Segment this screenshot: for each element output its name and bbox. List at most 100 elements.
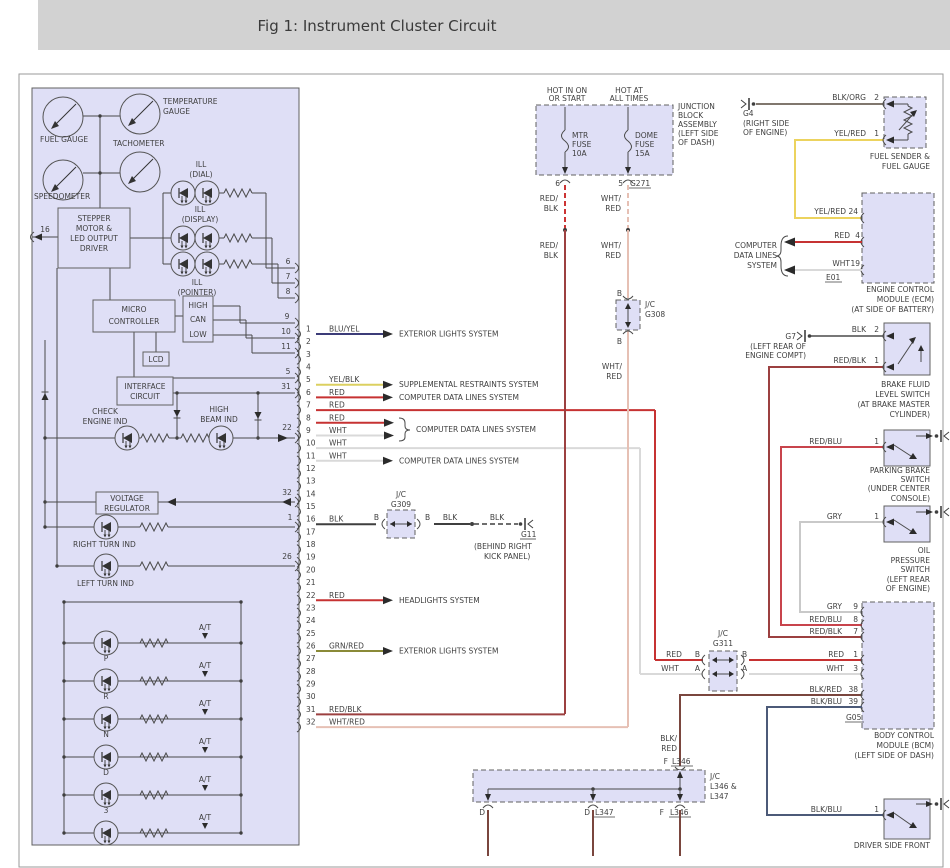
junction-block-label5: OF DASH) [678,138,715,147]
connector-pin-number: 32 [306,718,316,727]
connector-pin-number: 10 [306,439,316,448]
stepper-label: STEPPER [77,214,110,223]
ecm-pin-4: 4 [855,231,860,240]
g309-ground-chain: B J/C G309 B BLK BLK G11 (BEHIND RIGHT K… [374,490,537,561]
parking-label4: CONSOLE) [891,494,930,503]
l346-pin-d2: D [584,808,590,817]
at-label: A/T [199,737,212,746]
wire-color-label: BLK [443,513,458,522]
driver-pin-1: 1 [874,805,879,814]
connector-pin-number: 16 [306,515,316,524]
ground-ref-g11: G11 [521,530,537,539]
instrument-cluster-box [32,88,299,845]
cluster-connector-column: 1BLU/YELEXTERIOR LIGHTS SYSTEM2345YEL/BL… [297,325,655,733]
wire-color-label: WHT [661,664,679,673]
wire-color-label: WHT [826,664,844,673]
wire-color-label: YEL/RED [833,129,866,138]
dome-fuse-rating: 15A [635,149,651,158]
at-position-label: 3 [104,806,109,815]
driver-door-box [884,799,930,839]
g11-location2: KICK PANEL) [484,552,530,561]
check-engine-label2: ENGINE IND [83,417,128,426]
l346-pin-f-bot: F [660,808,664,817]
junction-dot [62,831,65,834]
jb-pin-6: 6 [555,179,560,188]
junction-dot [62,793,65,796]
connector-pin-number: 22 [306,591,316,600]
check-engine-label: CHECK [92,407,119,416]
oil-label4: (LEFT REAR [887,575,930,584]
wire-color-label: BLK [490,513,505,522]
wire-color-label: RED/ [540,194,559,203]
ill-dial-label: ILL [196,160,207,169]
oil-label: OIL [918,546,931,555]
voltage-regulator-label2: REGULATOR [104,504,150,513]
can-high-label: HIGH [188,301,207,310]
arrow-icon [383,647,393,655]
connector-pin-number: 21 [306,578,316,587]
connector-pin-number: 23 [306,603,316,612]
fuel-gauge-icon [43,97,83,137]
connector-pin-number: 17 [306,527,316,536]
arrow-icon [384,431,394,439]
cdl-label2: DATA LINES [734,251,777,260]
wire-color-label: WHT [329,451,347,460]
wire-color-label: RED [666,650,682,659]
wire-color-label: WHT [832,259,850,268]
can-label: CAN [190,315,206,324]
system-destination-label: SUPPLEMENTAL RESTRAINTS SYSTEM [399,380,539,389]
ecm-label: ENGINE CONTROL [866,285,935,294]
ill-display-led-icon [171,226,195,250]
connector-pin-number: 2 [306,337,311,346]
connector-pin-number: 27 [306,654,316,663]
fuel-sender-pin-1: 1 [874,129,879,138]
connector-ref-g271: G271 [630,179,650,188]
wiring-diagram: Fig 1: Instrument Cluster Circuit [0,0,950,868]
ecm-pin-24: 24 [848,207,858,216]
right-turn-led-icon [94,515,118,539]
dome-fuse-label2: FUSE [635,140,655,149]
ill-dial-label2: (DIAL) [189,170,212,179]
high-beam-label: HIGH [209,405,228,414]
edge-pin-32: 32 [282,488,292,497]
oil-pin-1: 1 [874,512,879,521]
l346-name2: L346 & [710,782,737,791]
wire-color-label: BLU/YEL [329,325,360,334]
bcm-label2: MODULE (BCM) [876,741,934,750]
wire-color-label: GRY [827,602,843,611]
wire-color-label: WHT [329,426,347,435]
driver-door-label: DRIVER SIDE FRONT [854,841,931,850]
fuel-gauge-label: FUEL GAUGE [40,135,88,144]
connector-pin-number: 4 [306,363,311,372]
ground-ref-g4: G4 [743,109,754,118]
junction-dot [62,679,65,682]
connector-pin-number: 25 [306,629,316,638]
ground-ref-e01: E01 [826,273,841,282]
ill-dial-led-icon [171,181,195,205]
brake-fluid-label2: LEVEL SWITCH [875,390,930,399]
l346-section: BLK/ RED F L346 J/C L346 & L347 D D L347… [473,695,862,856]
left-turn-label: LEFT TURN IND [77,579,134,588]
wire-color-label: RED [606,372,622,381]
g309-name2: G309 [391,500,411,509]
bcm-pin-3: 3 [853,664,858,673]
parking-label: PARKING BRAKE [870,466,930,475]
stepper-label4: DRIVER [80,244,108,253]
at-indicator-led-icon [94,745,118,769]
junction-dot [239,793,242,796]
high-beam-led-icon [209,426,233,450]
bcm-pin-9: 9 [853,602,858,611]
driver-door-section: BLK/BLU 1 DRIVER SIDE FRONT [811,798,949,850]
ill-pointer-led-icon [171,252,195,276]
wire-color-label: BLK/BLU [811,805,842,814]
tachometer-icon [120,152,160,192]
mtr-fuse-rating: 10A [572,149,588,158]
wire-color-label: WHT/ [601,241,622,250]
high-beam-label2: BEAM IND [200,415,238,424]
arrow-icon [383,457,393,465]
parking-label3: (UNDER CENTER [868,484,930,493]
jb-pin-5: 5 [618,179,623,188]
connector-pin-number: 13 [306,477,316,486]
connector-pin-number: 24 [306,616,316,625]
g308-name2: G308 [645,310,665,319]
